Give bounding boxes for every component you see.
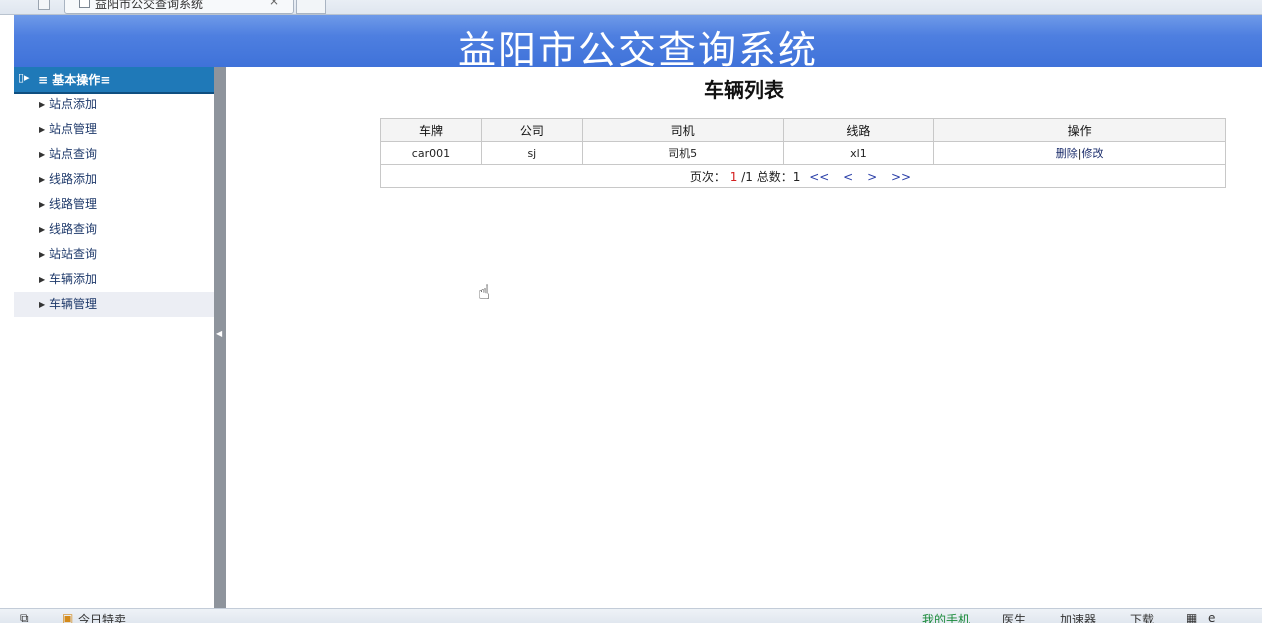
sidebar-item[interactable]: ▶ 车辆添加 xyxy=(14,267,214,292)
pager-total-label: 总数： xyxy=(756,169,793,184)
next-page-link[interactable]: > xyxy=(867,170,877,184)
status-phone-link[interactable]: 我的手机 xyxy=(922,611,970,623)
toggle-icon: ▯▸ xyxy=(18,71,30,84)
sidebar-item[interactable]: ▶ 站点添加 xyxy=(14,92,214,117)
arrow-right-icon: ▶ xyxy=(39,300,46,309)
sidebar-item-label: 站点添加 xyxy=(49,97,98,111)
sidebar-item[interactable]: ▶ 线路添加 xyxy=(14,167,214,192)
edit-link[interactable]: 修改 xyxy=(1082,147,1104,160)
delete-link[interactable]: 删除 xyxy=(1056,147,1078,160)
status-accelerator-link[interactable]: 加速器 xyxy=(1060,611,1096,623)
sidebar-section-header[interactable]: ▯▸ ≡ 基本操作≡ xyxy=(14,67,214,94)
pager-total-count: 1 xyxy=(792,169,801,184)
sidebar-section-label: ≡ 基本操作≡ xyxy=(38,73,111,87)
sidebar-splitter[interactable]: ◀ xyxy=(214,67,226,608)
cell-actions: 删除|修改 xyxy=(933,141,1226,165)
sidebar-item-label: 车辆管理 xyxy=(49,297,98,311)
cell-route: xl1 xyxy=(782,141,935,165)
sidebar-item[interactable]: ▶ 线路管理 xyxy=(14,192,214,217)
sidebar-item-label: 线路添加 xyxy=(49,172,98,186)
last-page-link[interactable]: >> xyxy=(891,170,911,184)
column-header-driver: 司机 xyxy=(581,118,784,142)
sidebar-item-label: 站站查询 xyxy=(49,247,98,261)
hand-cursor-icon: ☝ xyxy=(478,280,491,304)
pager-total-pages: /1 xyxy=(741,169,753,184)
arrow-right-icon: ▶ xyxy=(39,225,46,234)
column-header-actions: 操作 xyxy=(933,118,1226,142)
table-header-row: 车牌 公司 司机 线路 操作 xyxy=(380,118,1226,142)
collapse-arrow-icon[interactable]: ◀ xyxy=(216,329,222,338)
cell-driver: 司机5 xyxy=(581,141,784,165)
sidebar-item[interactable]: ▶ 站点管理 xyxy=(14,117,214,142)
close-icon[interactable]: × xyxy=(269,0,279,8)
prev-page-link[interactable]: < xyxy=(843,170,853,184)
cell-company: sj xyxy=(480,141,583,165)
sidebar-item-label: 站点查询 xyxy=(49,147,98,161)
vehicle-table: 车牌 公司 司机 线路 操作 car001 sj 司机5 xl1 删除|修改 页… xyxy=(380,118,1226,188)
new-tab-button[interactable] xyxy=(296,0,326,14)
arrow-right-icon: ▶ xyxy=(39,150,46,159)
sidebar-item-label: 线路查询 xyxy=(49,222,98,236)
cell-plate: car001 xyxy=(380,141,482,165)
arrow-right-icon: ▶ xyxy=(39,275,46,284)
arrow-right-icon: ▶ xyxy=(39,125,46,134)
arrow-right-icon: ▶ xyxy=(39,200,46,209)
restore-icon[interactable]: ⧉ xyxy=(20,611,29,623)
status-deal-link[interactable]: 今日特卖 xyxy=(78,611,126,623)
first-page-link[interactable]: << xyxy=(809,170,829,184)
header-banner: 益阳市公交查询系统 xyxy=(14,15,1262,72)
pager: 页次： 1 /1 总数：1 << < > >> xyxy=(380,164,1226,188)
sidebar-item[interactable]: ▶ 站站查询 xyxy=(14,242,214,267)
sidebar-item[interactable]: ▶ 线路查询 xyxy=(14,217,214,242)
status-download-link[interactable]: 下载 xyxy=(1130,611,1154,623)
page-title: 车辆列表 xyxy=(704,78,784,102)
arrow-right-icon: ▶ xyxy=(39,100,46,109)
browser-tab-strip: 益阳市公交查询系统 × xyxy=(0,0,1262,15)
page-icon xyxy=(38,0,50,10)
tab-title: 益阳市公交查询系统 xyxy=(95,0,204,11)
system-title: 益阳市公交查询系统 xyxy=(457,28,818,72)
status-doctor-link[interactable]: 医生 xyxy=(1002,611,1026,623)
arrow-right-icon: ▶ xyxy=(39,250,46,259)
sidebar-item-label: 站点管理 xyxy=(49,122,98,136)
gift-icon: ▣ xyxy=(62,611,74,623)
pager-prefix: 页次： xyxy=(689,169,726,184)
sidebar-item[interactable]: ▶ 站点查询 xyxy=(14,142,214,167)
sidebar-item-label: 车辆添加 xyxy=(49,272,98,286)
document-icon xyxy=(79,0,90,8)
pager-current-page: 1 xyxy=(729,169,738,184)
grid-icon[interactable]: ▦ xyxy=(1186,611,1197,623)
column-header-plate: 车牌 xyxy=(380,118,482,142)
browser-tab[interactable]: 益阳市公交查询系统 × xyxy=(64,0,294,14)
column-header-company: 公司 xyxy=(480,118,583,142)
table-row: car001 sj 司机5 xl1 删除|修改 xyxy=(380,141,1226,165)
arrow-right-icon: ▶ xyxy=(39,175,46,184)
pager-row: 页次： 1 /1 总数：1 << < > >> xyxy=(380,164,1226,188)
browser-status-bar: ⧉ ▣ 今日特卖 我的手机 医生 加速器 下载 ▦ e xyxy=(0,608,1262,623)
column-header-route: 线路 xyxy=(782,118,935,142)
sidebar-item[interactable]: ▶ 车辆管理 xyxy=(14,292,214,317)
sidebar-item-label: 线路管理 xyxy=(49,197,98,211)
sidebar: ▯▸ ≡ 基本操作≡ ▶ 站点添加 ▶ 站点管理 ▶ 站点查询 ▶ 线路添加 ▶ 线路管理 ▶ 线路查… xyxy=(14,67,214,608)
browser-icon[interactable]: e xyxy=(1208,611,1215,623)
